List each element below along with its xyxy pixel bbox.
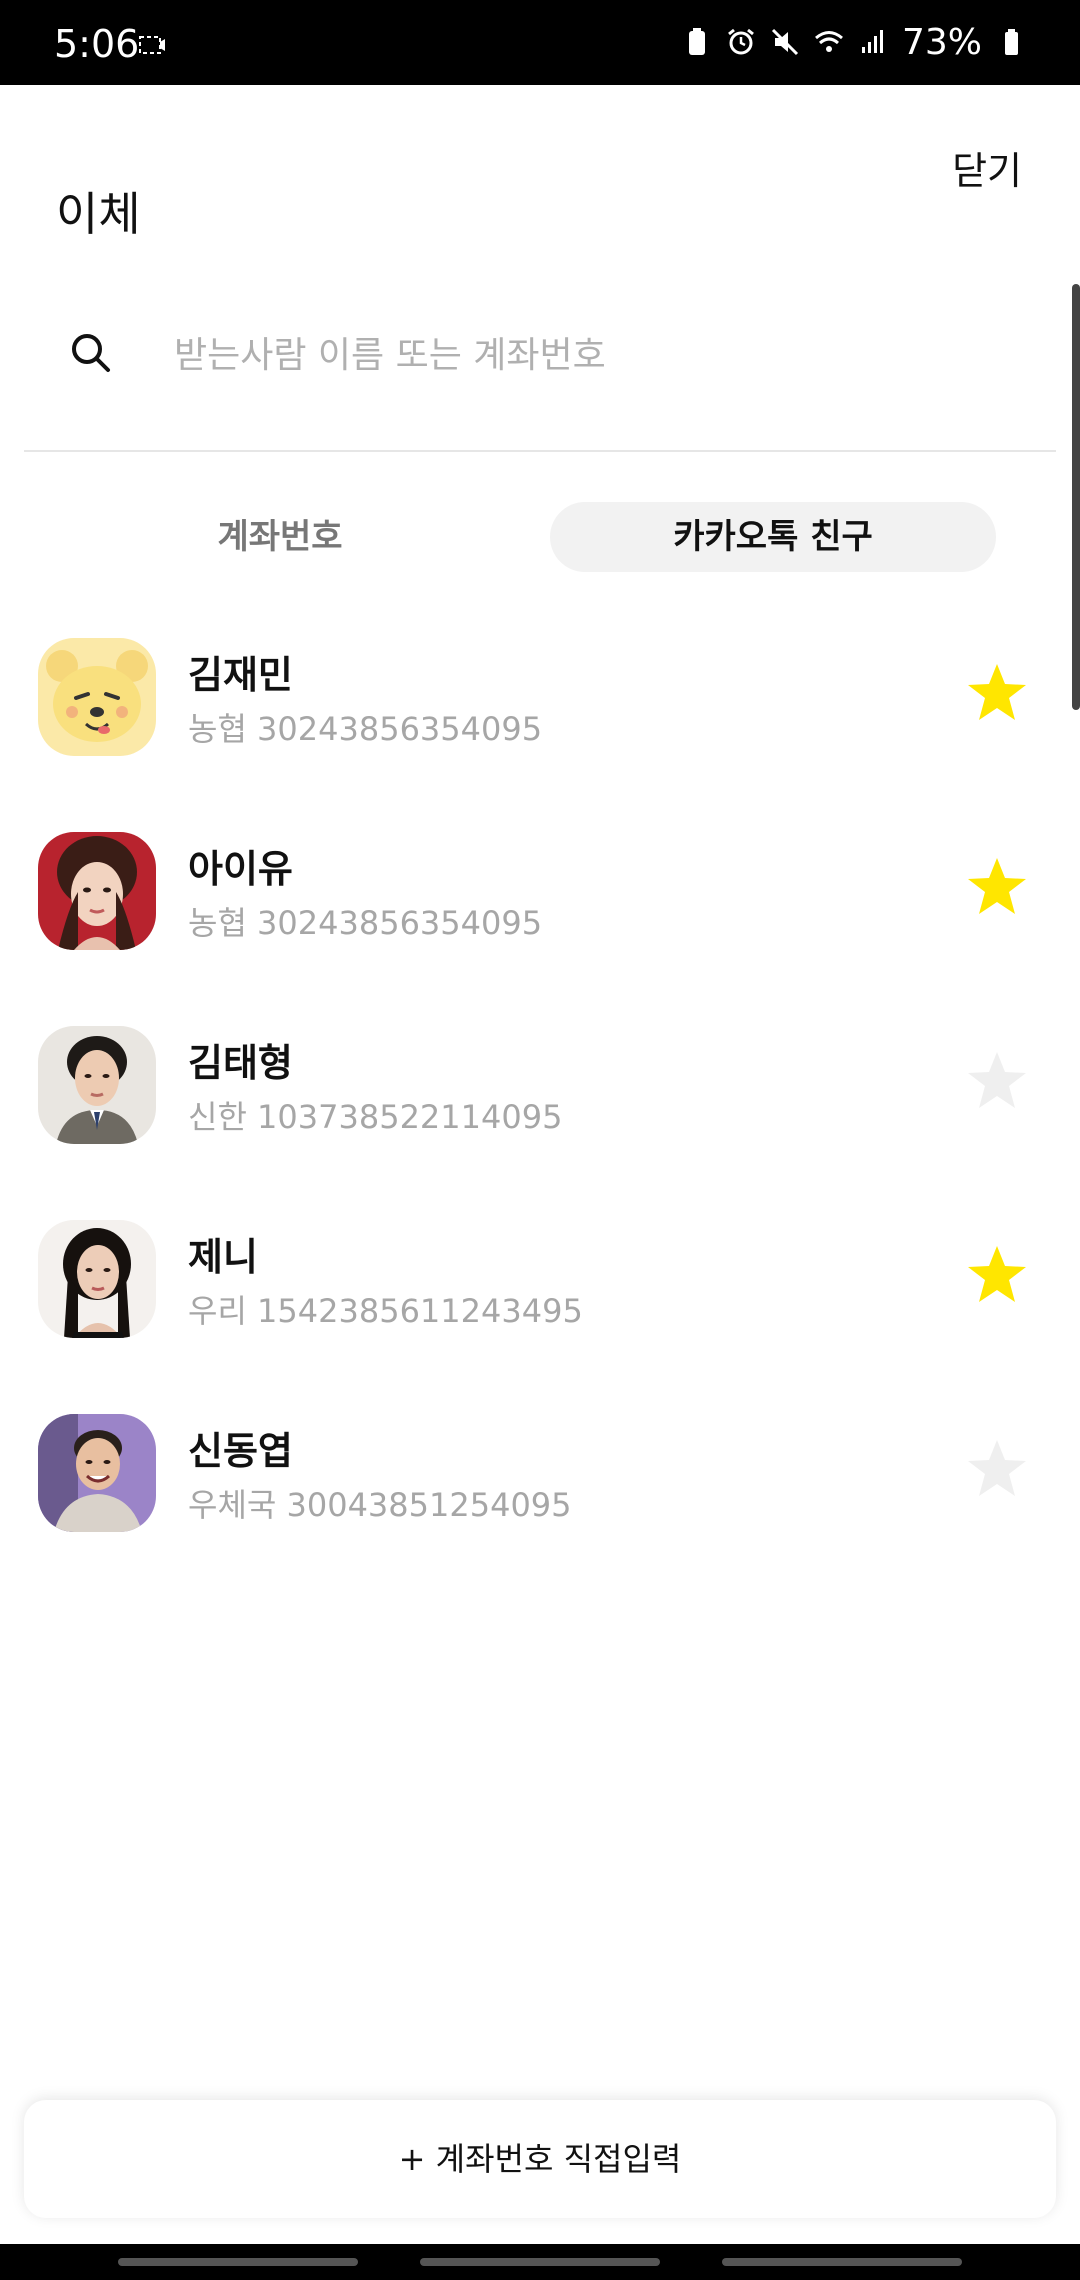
avatar	[38, 1026, 156, 1144]
nav-handle[interactable]	[722, 2258, 962, 2266]
search-bar	[24, 300, 1056, 450]
alarm-icon	[728, 28, 754, 55]
search-icon	[72, 334, 110, 372]
contact-account: 농협 30243856354095	[188, 904, 543, 942]
favorite-star-icon[interactable]	[964, 1048, 1030, 1114]
list-item[interactable]: 제니 우리 1542385611243495	[0, 1202, 1080, 1396]
favorite-star-icon[interactable]	[964, 1242, 1030, 1308]
contact-name: 제니	[188, 1235, 258, 1279]
tab-account-number[interactable]: 계좌번호	[120, 502, 440, 572]
screen-record-icon	[139, 36, 165, 54]
manual-account-entry-button[interactable]: + 계좌번호 직접입력	[24, 2100, 1056, 2218]
list-item[interactable]: 신동엽 우체국 30043851254095	[0, 1396, 1080, 1590]
favorite-star-icon[interactable]	[964, 1436, 1030, 1502]
list-item[interactable]: 김재민 농협 30243856354095	[0, 620, 1080, 814]
contact-list: 김재민 농협 30243856354095 아이유 농협 30243856354…	[0, 620, 1080, 1590]
nav-handle[interactable]	[420, 2258, 660, 2266]
contact-name: 김재민	[188, 653, 293, 697]
favorite-star-icon[interactable]	[964, 854, 1030, 920]
page-title: 이체	[56, 187, 141, 241]
contact-account: 우체국 30043851254095	[188, 1486, 572, 1524]
tab-kakaotalk-friends[interactable]: 카카오톡 친구	[550, 502, 996, 572]
avatar	[38, 832, 156, 950]
divider	[24, 450, 1056, 452]
contact-name: 김태형	[188, 1041, 293, 1085]
status-bar: 5:06 73%	[0, 0, 1080, 85]
contact-account: 우리 1542385611243495	[188, 1292, 583, 1330]
nav-handle[interactable]	[118, 2258, 358, 2266]
avatar	[38, 1220, 156, 1338]
mute-icon	[771, 28, 799, 56]
navigation-bar	[0, 2244, 1080, 2280]
avatar	[38, 1414, 156, 1532]
wifi-icon	[815, 31, 843, 52]
avatar	[38, 638, 156, 756]
contact-name: 신동엽	[188, 1429, 293, 1473]
battery-icon	[1005, 29, 1018, 55]
list-item[interactable]: 아이유 농협 30243856354095	[0, 814, 1080, 1008]
list-item[interactable]: 김태형 신한 103738522114095	[0, 1008, 1080, 1202]
battery-saver-icon	[688, 28, 705, 55]
scrollbar[interactable]	[1072, 284, 1080, 710]
search-input[interactable]	[172, 320, 1036, 390]
contact-account: 신한 103738522114095	[188, 1098, 563, 1136]
status-time: 5:06	[54, 22, 140, 66]
contact-account: 농협 30243856354095	[188, 710, 543, 748]
favorite-star-icon[interactable]	[964, 660, 1030, 726]
close-button[interactable]: 닫기	[952, 140, 1022, 195]
battery-percent: 73%	[901, 21, 982, 63]
signal-icon	[861, 30, 883, 53]
contact-name: 아이유	[188, 847, 293, 891]
